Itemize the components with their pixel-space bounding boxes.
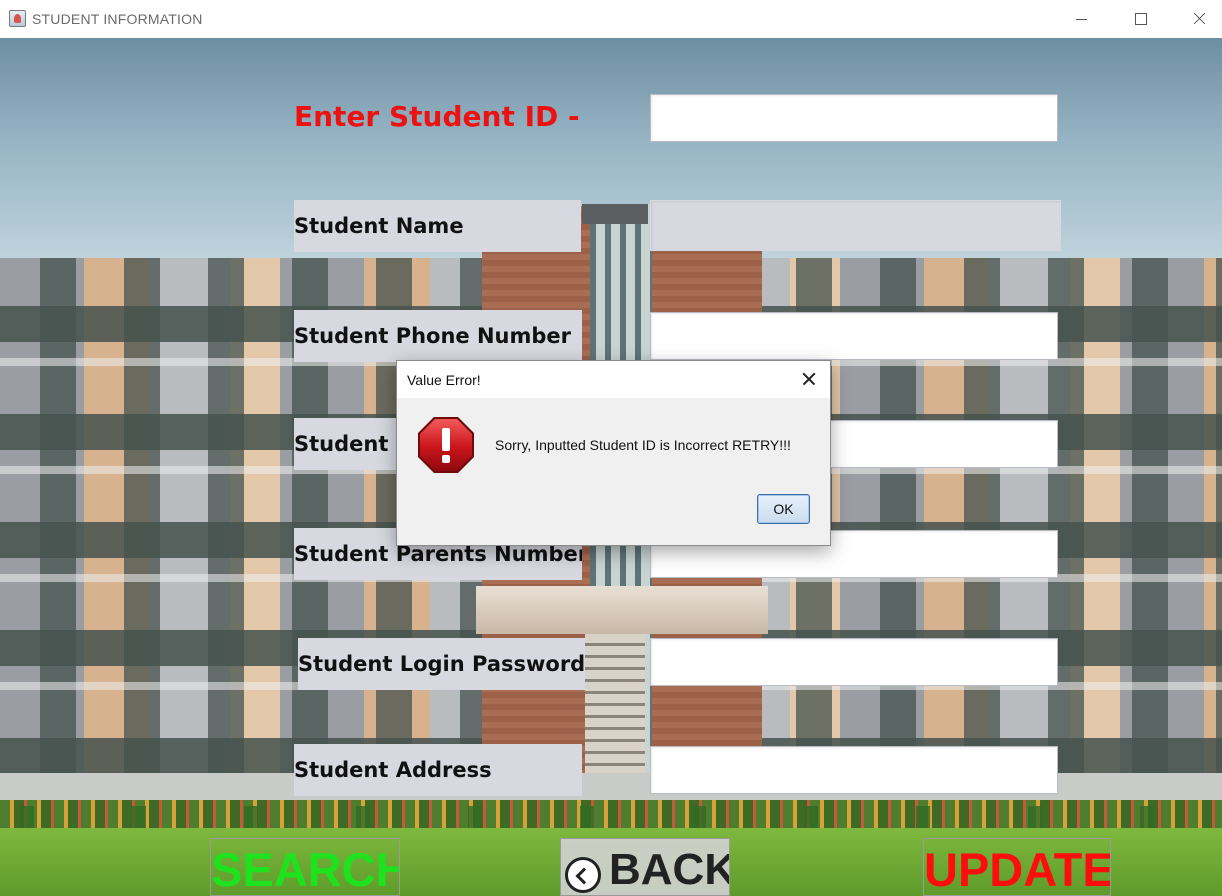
- dialog-titlebar: Value Error!: [397, 361, 830, 398]
- student-address-label: Student Address: [294, 744, 582, 796]
- back-arrow-icon: [565, 857, 601, 893]
- close-window-button[interactable]: [1169, 0, 1222, 38]
- student-address-field[interactable]: [650, 746, 1058, 794]
- student-name-label: Student Name: [294, 200, 581, 252]
- student-id-prompt: Enter Student ID -: [294, 100, 580, 133]
- student-phone-label: Student Phone Number: [294, 310, 582, 362]
- error-stop-icon: [418, 417, 474, 473]
- student-id-input[interactable]: [650, 94, 1058, 142]
- student-login-password-field[interactable]: [650, 638, 1058, 686]
- dialog-message: Sorry, Inputted Student ID is Incorrect …: [495, 437, 791, 453]
- tower-top: [582, 204, 648, 224]
- dialog-close-button[interactable]: [793, 365, 827, 395]
- search-button[interactable]: SEARCH: [210, 838, 400, 896]
- ok-button[interactable]: OK: [757, 494, 810, 524]
- minimize-button[interactable]: [1053, 0, 1111, 38]
- window-title: STUDENT INFORMATION: [32, 11, 203, 27]
- back-button-label: BACK: [609, 845, 730, 894]
- back-button[interactable]: BACK: [560, 838, 730, 896]
- dialog-title: Value Error!: [407, 372, 481, 388]
- student-phone-field[interactable]: [650, 312, 1058, 360]
- java-cup-icon: [9, 10, 26, 27]
- update-button[interactable]: UPDATE: [923, 838, 1111, 896]
- entrance-porch: [476, 586, 768, 634]
- student-login-password-label: Student Login Password: [298, 638, 585, 690]
- value-error-dialog: Value Error! Sorry, Inputted Student ID …: [396, 360, 831, 546]
- student-name-field[interactable]: [650, 200, 1061, 251]
- maximize-button[interactable]: [1111, 0, 1169, 38]
- window-titlebar: STUDENT INFORMATION: [0, 0, 1222, 38]
